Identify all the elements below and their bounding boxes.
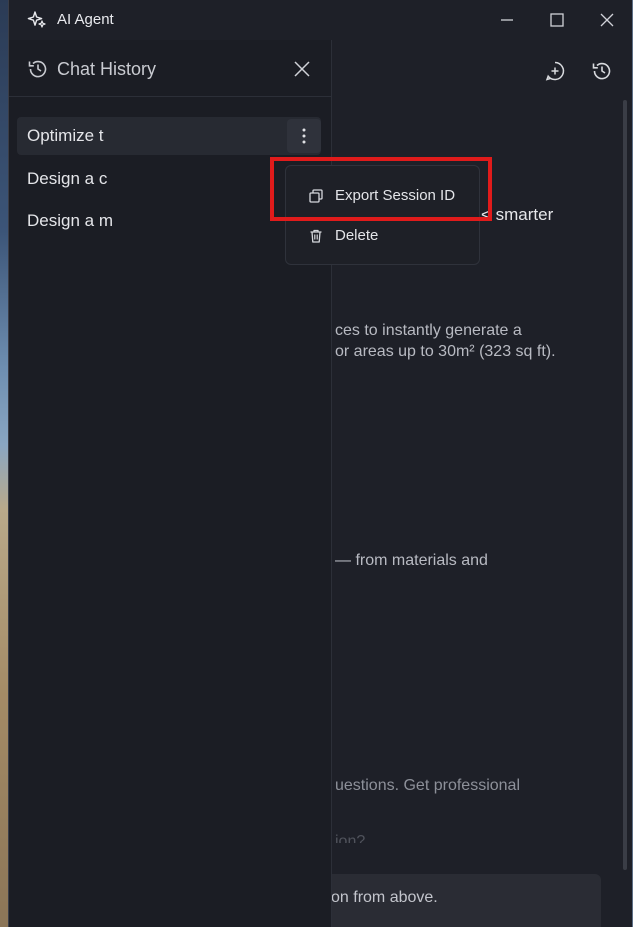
panel-title: Chat History <box>57 59 157 79</box>
input-text: on from above. <box>331 889 438 906</box>
main-scrollbar[interactable] <box>623 100 627 870</box>
history-item-label: Optimize t <box>27 126 104 145</box>
main-text-line: — from materials and <box>335 552 488 569</box>
more-options-button[interactable] <box>287 119 321 153</box>
sparkle-logo-icon <box>27 10 47 30</box>
title-bar: AI Agent <box>9 0 632 40</box>
trash-icon <box>308 228 324 244</box>
highlight-box <box>270 157 492 221</box>
main-text-line: ion? <box>335 833 366 843</box>
history-item-label: Design a c <box>27 169 108 188</box>
history-icon <box>27 58 49 80</box>
history-item[interactable]: Optimize t <box>17 117 321 155</box>
main-text-line: ces to instantly generate a <box>335 322 522 339</box>
minimize-icon[interactable] <box>497 10 517 30</box>
menu-item-label: Delete <box>335 227 379 244</box>
desktop-background <box>0 0 8 927</box>
close-icon[interactable] <box>292 59 312 79</box>
maximize-icon[interactable] <box>547 10 567 30</box>
app-window: AI Agent < smarter ces to instantly gene… <box>8 0 632 927</box>
main-text-line: or areas up to 30m² (323 sq ft). <box>335 343 556 360</box>
window-title: AI Agent <box>57 11 114 28</box>
delete-menu-item[interactable]: Delete <box>286 218 479 254</box>
chat-history-header: Chat History <box>9 40 331 97</box>
new-chat-icon[interactable] <box>544 60 566 82</box>
history-icon[interactable] <box>591 60 613 82</box>
main-text-line: uestions. Get professional <box>335 777 520 794</box>
history-item-label: Design a m <box>27 211 113 230</box>
close-window-icon[interactable] <box>597 10 617 30</box>
